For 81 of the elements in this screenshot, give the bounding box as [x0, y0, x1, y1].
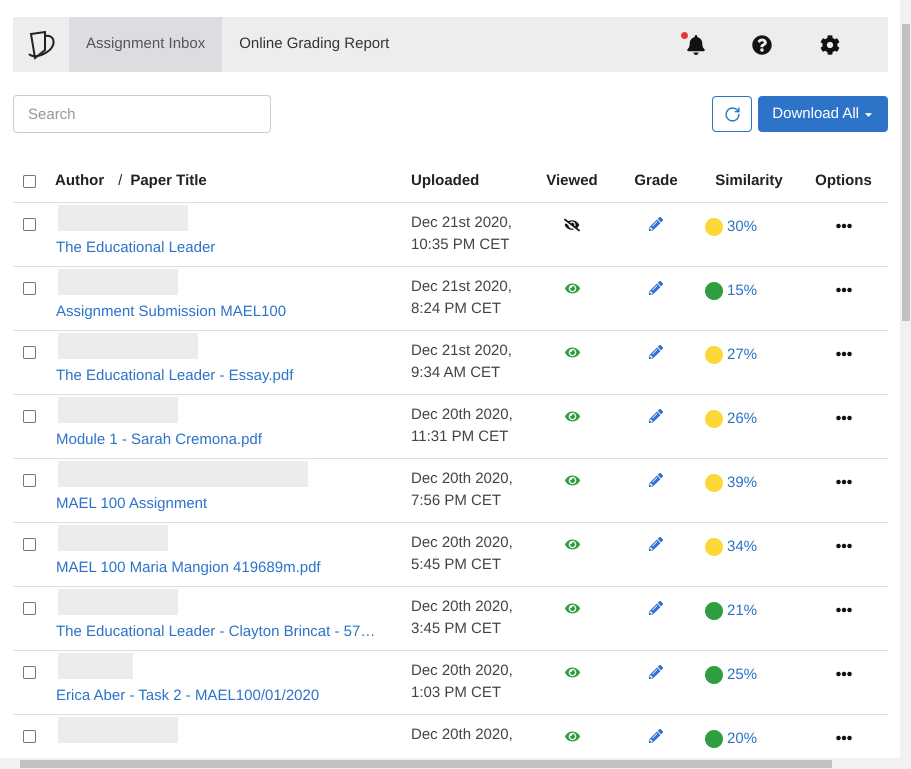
similarity-score[interactable]: 39%: [727, 472, 758, 494]
checkbox[interactable]: [23, 666, 36, 679]
column-header[interactable]: Viewed: [546, 170, 598, 192]
paper-title-link[interactable]: The Educational Leader - Essay.pdf: [55, 365, 411, 388]
upload-date: Dec 20th 2020,: [411, 533, 514, 553]
similarity-score[interactable]: 15%: [727, 280, 758, 302]
upload-time: 10:35 PM CET: [411, 235, 510, 255]
viewed-eye-icon[interactable]: [564, 537, 580, 552]
similarity-score[interactable]: 25%: [727, 664, 758, 686]
paper-title-link[interactable]: Assignment Submission MAEL100: [55, 301, 411, 324]
upload-date: Dec 21st 2020,: [411, 341, 513, 361]
search-field[interactable]: Search: [13, 95, 271, 133]
checkbox[interactable]: [23, 538, 36, 551]
download-all-button[interactable]: Download All: [758, 96, 888, 132]
checkbox[interactable]: [23, 474, 36, 487]
paper-title-link[interactable]: The Educational Leader - Clayton Brincat - 57…: [55, 621, 411, 644]
checkbox[interactable]: [23, 218, 36, 231]
grade-pencil-icon[interactable]: [649, 473, 663, 487]
upload-date: Dec 20th 2020,: [411, 725, 514, 745]
similarity-score[interactable]: 27%: [727, 344, 758, 366]
viewed-eye-icon[interactable]: [564, 473, 580, 488]
upload-date: Dec 21st 2020,: [411, 277, 513, 297]
upload-time: 7:56 PM CET: [411, 491, 502, 511]
column-header[interactable]: Uploaded: [411, 172, 480, 189]
grade-pencil-icon[interactable]: [649, 409, 663, 423]
refresh-button[interactable]: [712, 96, 752, 132]
help-icon[interactable]: [752, 34, 772, 54]
paper-title-link[interactable]: MAEL 100 Maria Mangion 419689m.pdf: [55, 557, 411, 580]
notification-bell-icon[interactable]: [686, 34, 706, 54]
column-header[interactable]: Author: [55, 170, 104, 192]
grade-pencil-icon[interactable]: [649, 537, 663, 551]
viewed-eye-icon[interactable]: [564, 281, 580, 296]
upload-date: Dec 20th 2020,: [411, 405, 514, 425]
horizontal-scrollbar[interactable]: [0, 758, 911, 769]
grade-pencil-icon[interactable]: [649, 217, 663, 231]
grade-pencil-icon[interactable]: [649, 601, 663, 615]
similarity-score[interactable]: 30%: [727, 216, 758, 238]
vertical-scrollbar[interactable]: [900, 0, 911, 758]
nav-tab[interactable]: Assignment Inbox: [69, 17, 222, 72]
checkbox[interactable]: [23, 346, 36, 359]
checkbox[interactable]: [23, 730, 36, 743]
upload-date: Dec 20th 2020,: [411, 661, 514, 681]
upload-time: 5:45 PM CET: [411, 555, 502, 575]
similarity-score[interactable]: 34%: [727, 536, 758, 558]
upload-date: Dec 20th 2020,: [411, 469, 514, 489]
column-header[interactable]: Options: [815, 170, 872, 192]
upload-time: 1:03 PM CET: [411, 683, 502, 703]
viewed-eye-icon[interactable]: [564, 409, 580, 424]
column-separator: /: [118, 170, 122, 191]
column-header[interactable]: Similarity: [715, 170, 783, 192]
upload-date: Dec 20th 2020,: [411, 597, 514, 617]
similarity-score[interactable]: 20%: [727, 728, 758, 750]
paper-title-link[interactable]: Module 1 - Sarah Cremona.pdf: [55, 429, 411, 452]
viewed-eye-icon[interactable]: [564, 729, 580, 744]
checkbox[interactable]: [23, 410, 36, 423]
paper-title-link[interactable]: The Educational Leader: [55, 237, 411, 260]
paper-title-link[interactable]: MAEL 100 Assignment: [55, 493, 411, 516]
grade-pencil-icon[interactable]: [649, 729, 663, 743]
upload-date: Dec 21st 2020,: [411, 213, 513, 233]
column-header[interactable]: Paper Title: [130, 170, 207, 192]
viewed-eye-icon[interactable]: [564, 345, 580, 360]
settings-icon[interactable]: [820, 34, 840, 54]
paper-title-link[interactable]: Erica Aber - Task 2 - MAEL100/01/2020: [55, 685, 411, 708]
grade-pencil-icon[interactable]: [649, 345, 663, 359]
nav-tab[interactable]: Online Grading Report: [222, 17, 406, 72]
similarity-score[interactable]: 21%: [727, 600, 758, 622]
viewed-eye-icon[interactable]: [564, 665, 580, 680]
upload-time: 9:34 AM CET: [411, 363, 502, 383]
viewed-eye-icon[interactable]: [564, 601, 580, 616]
not-viewed-eye-icon[interactable]: [564, 217, 580, 233]
checkbox[interactable]: [23, 602, 36, 615]
grade-pencil-icon[interactable]: [649, 281, 663, 295]
column-header[interactable]: Grade: [634, 170, 678, 192]
upload-time: 11:31 PM CET: [411, 427, 510, 447]
refresh-icon: [724, 106, 741, 122]
grade-pencil-icon[interactable]: [649, 665, 663, 679]
upload-time: 8:24 PM CET: [411, 299, 502, 319]
upload-time: 3:45 PM CET: [411, 619, 502, 639]
checkbox[interactable]: [23, 174, 36, 188]
checkbox[interactable]: [23, 282, 36, 295]
similarity-score[interactable]: 26%: [727, 408, 758, 430]
